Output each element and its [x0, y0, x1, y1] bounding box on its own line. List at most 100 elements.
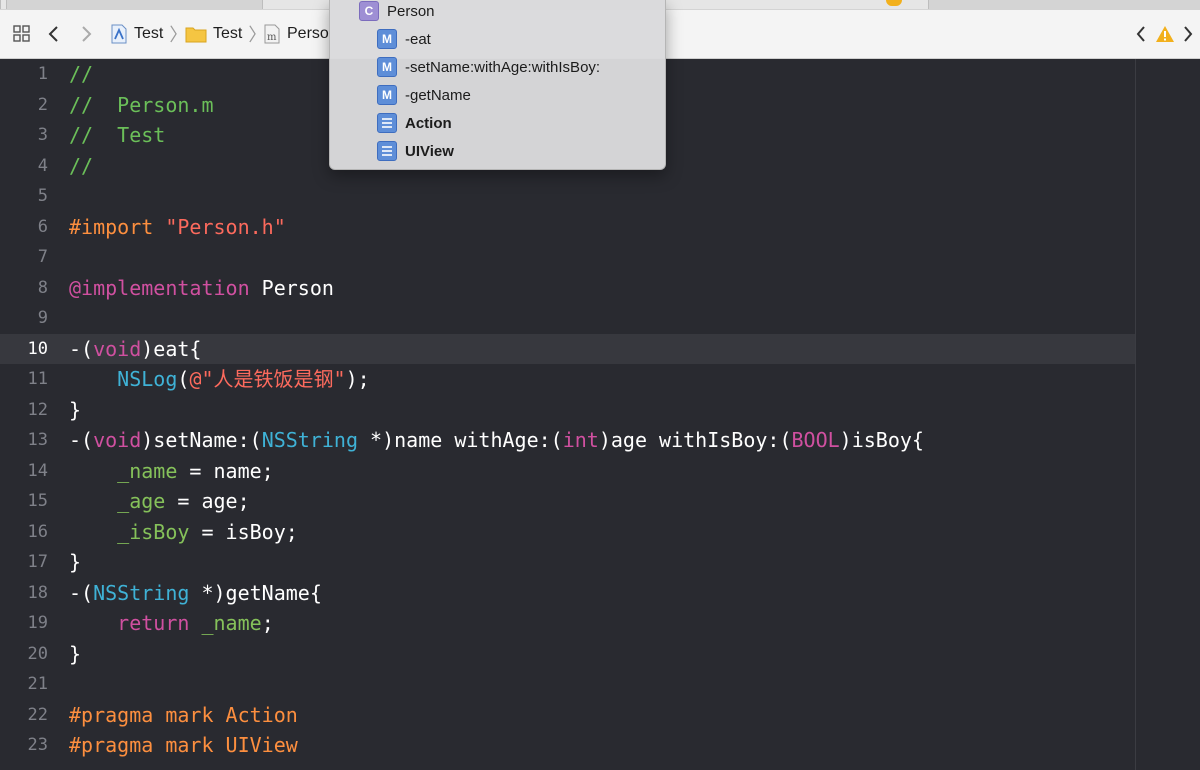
related-items-icon[interactable] — [12, 24, 32, 44]
code-line[interactable]: 22 #pragma mark Action — [0, 700, 1135, 730]
code-token: "Person.h" — [165, 214, 286, 239]
line-number: 16 — [27, 521, 48, 542]
code-token: @implementation — [69, 275, 250, 300]
line-number: 7 — [37, 247, 48, 267]
warning-icon[interactable] — [1155, 24, 1175, 44]
popup-item-pragma-mark[interactable]: Action — [377, 110, 452, 136]
line-number: 5 — [37, 186, 48, 206]
code-line[interactable]: 14 _name = name; — [0, 456, 1135, 486]
code-line[interactable]: 17} — [0, 547, 1135, 577]
code-line[interactable]: 23 #pragma mark UIView — [0, 730, 1135, 760]
code-line[interactable]: 8 @implementation Person — [0, 273, 1135, 303]
line-number: 8 — [37, 277, 48, 298]
code-token: // — [69, 153, 94, 178]
code-token: #pragma mark UIView — [69, 733, 298, 757]
previous-issue-arrow-icon[interactable] — [1131, 24, 1151, 44]
breadcrumb-label: Test — [213, 25, 243, 42]
breadcrumb-file[interactable]: m Perso — [263, 24, 329, 44]
minimap-divider — [1135, 59, 1136, 770]
code-line[interactable]: 15 _age = age; — [0, 486, 1135, 516]
breadcrumb-project[interactable]: Test 〉 — [110, 24, 187, 45]
code-text: #pragma mark Action — [69, 700, 298, 730]
pragma-mark-icon — [377, 141, 397, 161]
code-token: // — [69, 62, 94, 86]
code-text: // — [69, 151, 93, 181]
code-token: void — [93, 428, 142, 452]
popup-item-method[interactable]: M -getName — [377, 82, 471, 108]
code-text: @implementation Person — [69, 273, 334, 303]
code-line[interactable]: 10 -(void)eat{ — [0, 333, 1135, 364]
m-file-icon: m — [263, 24, 281, 44]
line-number: 10 — [27, 338, 48, 359]
code-line[interactable]: 21 — [0, 669, 1135, 699]
code-token: _age — [117, 489, 166, 513]
code-line[interactable]: 9 — [0, 303, 1135, 333]
class-icon: C — [359, 1, 379, 21]
code-token: )setName:( — [141, 428, 262, 452]
method-icon: M — [377, 85, 397, 105]
line-number: 6 — [37, 216, 48, 237]
code-line[interactable]: 19 return _name; — [0, 608, 1135, 638]
code-line[interactable]: 16 _isBoy = isBoy; — [0, 517, 1135, 547]
code-text: #import "Person.h" — [69, 212, 286, 242]
popup-item-label: UIView — [405, 142, 454, 160]
code-token: // Test — [69, 123, 166, 147]
popup-item-label: -getName — [405, 86, 471, 104]
code-text: } — [69, 547, 81, 577]
code-token: -( — [69, 428, 94, 452]
line-number: 23 — [27, 735, 48, 755]
code-line[interactable]: 18 -(NSString *)getName{ — [0, 578, 1135, 608]
popup-item-method[interactable]: M -setName:withAge:withIsBoy: — [377, 54, 600, 80]
code-token: -( — [69, 580, 94, 605]
code-token: ; — [261, 611, 274, 635]
code-token: )age withIsBoy:( — [598, 428, 792, 452]
code-token: = name; — [177, 458, 274, 483]
code-line[interactable]: 5 — [0, 181, 1135, 211]
code-token: #pragma mark Action — [69, 702, 298, 727]
code-line[interactable]: 7 — [0, 242, 1135, 272]
project-icon — [110, 24, 128, 44]
breadcrumb-label: Test — [134, 25, 164, 42]
popup-item-method[interactable]: M -eat — [377, 26, 431, 52]
code-text: } — [69, 639, 81, 669]
code-line[interactable]: 6 #import "Person.h" — [0, 212, 1135, 242]
popup-item-label: -setName:withAge:withIsBoy: — [405, 58, 601, 76]
code-token: = isBoy; — [189, 519, 298, 544]
code-token: // Person.m — [69, 92, 214, 117]
popup-item-pragma-mark[interactable]: UIView — [377, 138, 454, 164]
popup-item-class[interactable]: C Person — [359, 0, 435, 24]
line-number: 2 — [37, 94, 48, 115]
breadcrumb-label: Perso — [287, 25, 329, 42]
code-token: void — [93, 336, 142, 361]
next-issue-arrow-icon[interactable] — [1178, 24, 1198, 44]
code-token: return — [117, 611, 190, 635]
line-number: 13 — [27, 430, 48, 450]
document-items-popup: C Person M -eat M -setName:withAge:withI… — [329, 0, 666, 170]
line-number: 20 — [27, 643, 48, 664]
code-line[interactable]: 11 NSLog(@"人是铁饭是钢"); — [0, 364, 1135, 394]
forward-arrow-icon[interactable] — [76, 24, 96, 44]
line-number: 22 — [27, 704, 48, 725]
tab[interactable] — [262, 0, 330, 9]
tab[interactable] — [0, 0, 7, 9]
code-text: // Person.m — [69, 90, 214, 120]
code-line[interactable]: 12} — [0, 395, 1135, 425]
code-token: )isBoy{ — [839, 428, 924, 452]
code-line[interactable]: 20} — [0, 639, 1135, 669]
code-text: -(NSString *)getName{ — [69, 578, 322, 608]
line-number: 21 — [27, 674, 48, 694]
code-token: BOOL — [791, 428, 840, 452]
line-number: 17 — [27, 552, 48, 572]
code-token: NSString — [93, 580, 190, 605]
line-number: 14 — [27, 460, 48, 481]
code-line[interactable]: 13 -(void)setName:(NSString *)name withAg… — [0, 425, 1135, 455]
code-token: NSString — [261, 428, 359, 452]
code-text: _name = name; — [69, 456, 274, 486]
breadcrumb-folder[interactable]: Test 〉 — [185, 24, 266, 45]
folder-icon — [185, 25, 207, 43]
back-arrow-icon[interactable] — [44, 24, 64, 44]
